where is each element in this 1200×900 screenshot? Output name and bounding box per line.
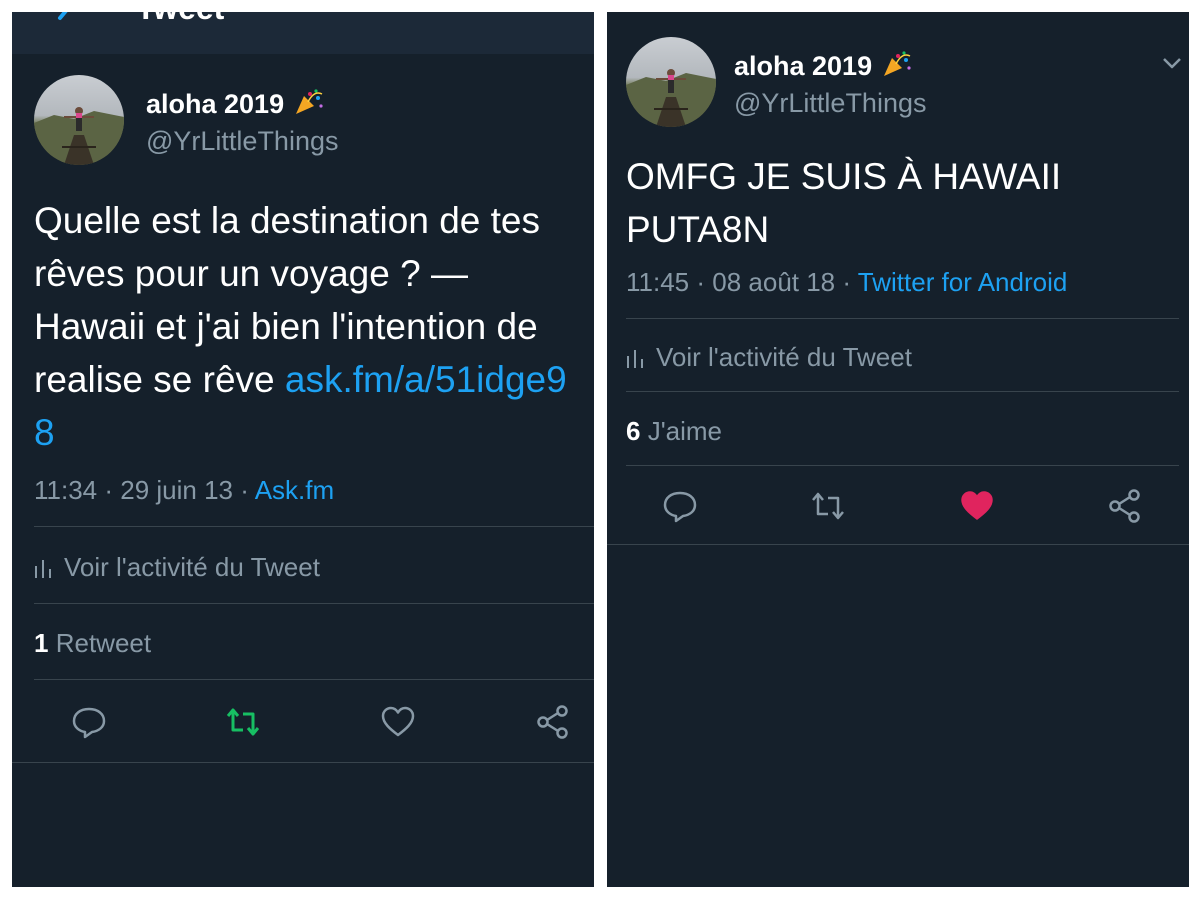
- meta-separator: ·: [97, 475, 121, 505]
- tweet-source[interactable]: Twitter for Android: [858, 267, 1068, 297]
- party-popper-icon: [883, 51, 911, 76]
- tweet-meta: 11:45 · 08 août 18 · Twitter for Android: [626, 267, 1067, 298]
- like-icon[interactable]: [380, 704, 416, 740]
- avatar-photo: [34, 75, 124, 165]
- divider: [626, 465, 1179, 466]
- meta-separator: ·: [835, 267, 858, 297]
- chevron-down-icon[interactable]: [1161, 52, 1183, 74]
- tweet-time: 11:34: [34, 475, 98, 505]
- retweet-icon[interactable]: [225, 704, 261, 740]
- divider: [12, 762, 594, 763]
- avatar[interactable]: [626, 37, 716, 127]
- stat-label: Retweet: [55, 628, 152, 658]
- share-icon[interactable]: [535, 704, 571, 740]
- tweet-detail-right: aloha 2019 @YrLittleThings OMFG JE SUIS …: [607, 12, 1189, 887]
- meta-separator: ·: [233, 475, 255, 505]
- tweet-source[interactable]: Ask.fm: [255, 475, 334, 505]
- retweet-icon[interactable]: [810, 488, 846, 524]
- tweet-detail-left: Tweet aloha 2019 @YrLittleThings Quelle …: [12, 12, 594, 887]
- reply-icon[interactable]: [71, 704, 107, 740]
- tweet-activity-link[interactable]: Voir l'activité du Tweet: [34, 552, 320, 583]
- analytics-icon: [35, 559, 51, 578]
- page-title: Tweet: [136, 12, 224, 27]
- tweet-date: 29 juin 13: [120, 475, 234, 505]
- avatar[interactable]: [34, 75, 124, 165]
- activity-label: Voir l'activité du Tweet: [656, 342, 912, 372]
- reply-icon[interactable]: [662, 488, 698, 524]
- tweet-text: OMFG JE SUIS À HAWAII PUTA8N: [626, 156, 1062, 250]
- author-name-text: aloha 2019: [146, 89, 285, 119]
- tweet-date: 08 août 18: [712, 267, 836, 297]
- divider: [626, 318, 1179, 319]
- divider: [607, 544, 1189, 545]
- divider: [34, 603, 594, 604]
- tweet-text: Quelle est la destination de tes rêves p…: [34, 194, 579, 459]
- divider: [34, 679, 594, 680]
- author-handle[interactable]: @YrLittleThings: [734, 88, 926, 119]
- share-icon[interactable]: [1107, 488, 1143, 524]
- author-name[interactable]: aloha 2019: [146, 88, 324, 120]
- party-popper-icon: [295, 89, 323, 114]
- back-arrow-icon[interactable]: [50, 12, 76, 30]
- like-count[interactable]: 6 J'aime: [626, 416, 722, 447]
- like-icon[interactable]: [959, 488, 995, 524]
- activity-label: Voir l'activité du Tweet: [64, 552, 320, 582]
- stat-count: 1: [34, 628, 49, 658]
- divider: [626, 391, 1179, 392]
- tweet-time: 11:45: [626, 267, 690, 297]
- analytics-icon: [627, 349, 643, 368]
- avatar-photo: [626, 37, 716, 127]
- tweet-activity-link[interactable]: Voir l'activité du Tweet: [626, 342, 912, 373]
- retweet-count[interactable]: 1 Retweet: [34, 628, 151, 659]
- top-bar: Tweet: [12, 12, 594, 54]
- stat-count: 6: [626, 416, 641, 446]
- author-handle[interactable]: @YrLittleThings: [146, 126, 338, 157]
- divider: [34, 526, 594, 527]
- author-name[interactable]: aloha 2019: [734, 50, 912, 82]
- meta-separator: ·: [689, 267, 713, 297]
- tweet-meta: 11:34 · 29 juin 13 · Ask.fm: [34, 475, 334, 506]
- stat-label: J'aime: [647, 416, 723, 446]
- author-name-text: aloha 2019: [734, 51, 873, 81]
